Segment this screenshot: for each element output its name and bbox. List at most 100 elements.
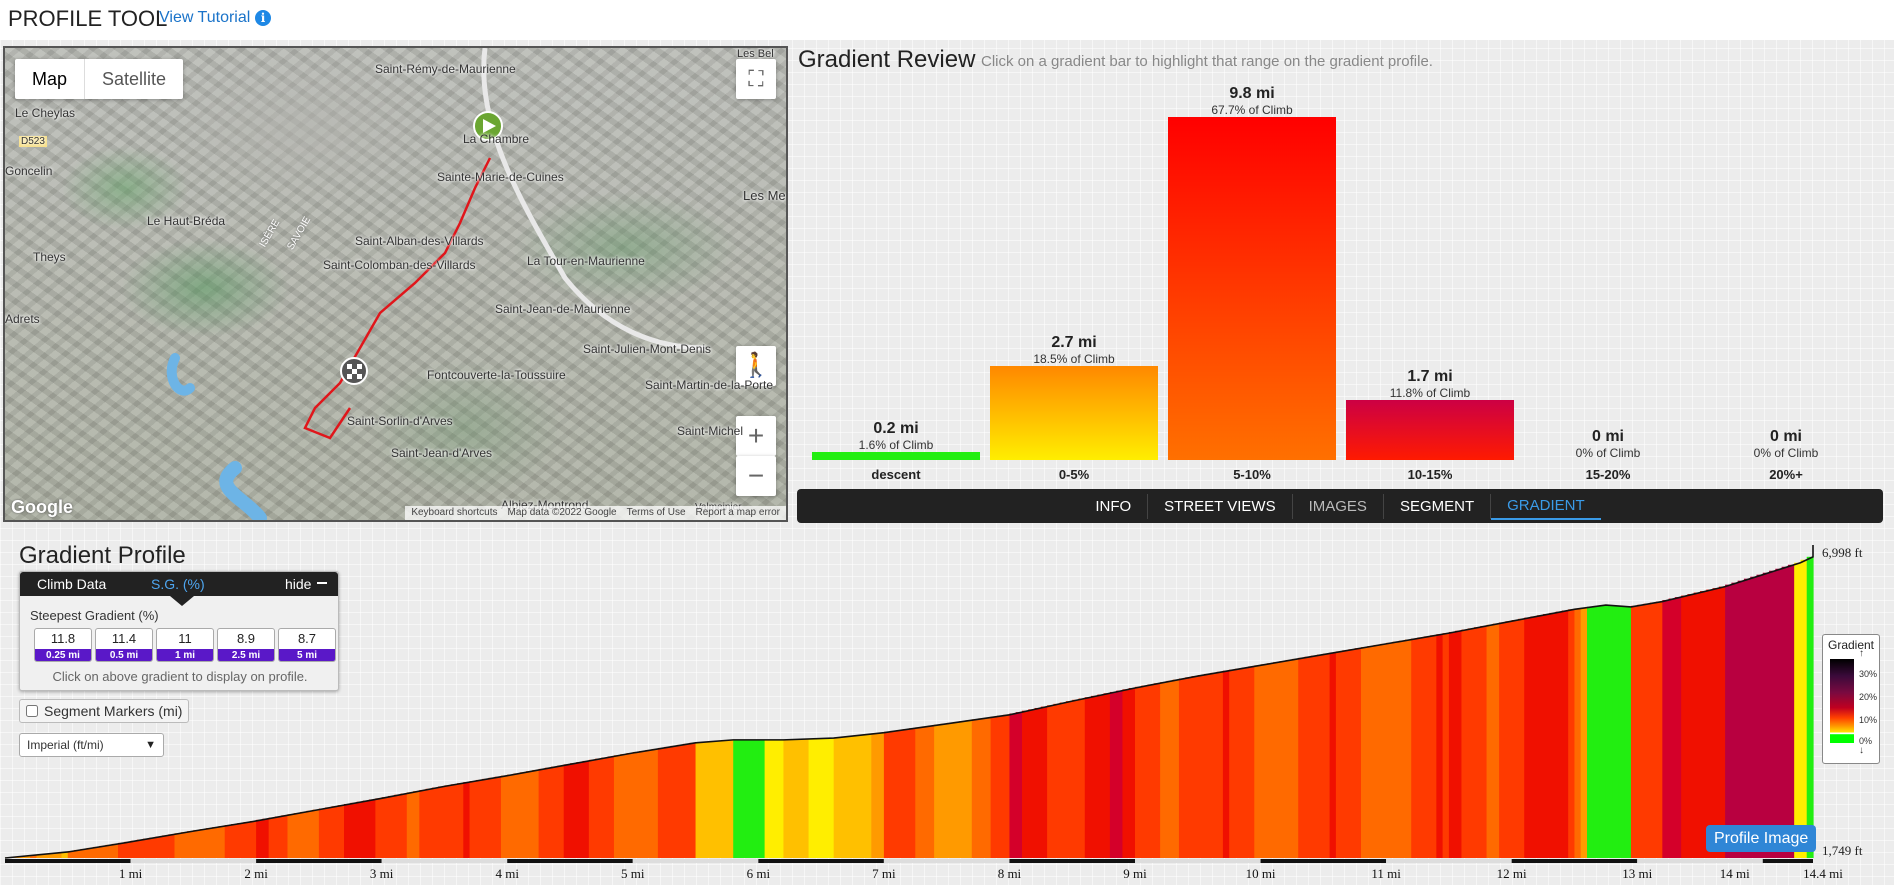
tab-gradient[interactable]: GRADIENT — [1491, 493, 1601, 520]
profile-gradient-strip — [1003, 714, 1011, 858]
profile-gradient-strip — [519, 772, 527, 858]
profile-gradient-strip — [1492, 623, 1500, 858]
map-type-map[interactable]: Map — [15, 59, 86, 99]
google-logo: Google — [11, 497, 73, 517]
units-select[interactable]: Imperial (ft/mi) ▼ — [19, 733, 164, 757]
profile-gradient-strip — [626, 752, 634, 858]
profile-gradient-strip — [1630, 605, 1638, 858]
profile-gradient-strip — [902, 729, 910, 858]
profile-gradient-strip — [657, 747, 665, 858]
axis-tick-label: 1 mi — [119, 866, 143, 881]
profile-gradient-strip — [1103, 693, 1111, 858]
sg-value: 11.8 — [50, 631, 76, 646]
profile-gradient-strip — [1474, 627, 1481, 858]
report-error-link[interactable]: Report a map error — [696, 506, 780, 520]
axis-mile-segment — [381, 859, 508, 863]
profile-image-button[interactable]: Profile Image — [1706, 825, 1817, 852]
gradient-bar-0-5-[interactable]: 2.7 mi 18.5% of Climb — [990, 334, 1158, 460]
steepest-gradient-item[interactable]: 8.7 5 mi — [278, 628, 336, 662]
gradient-bar-20-[interactable]: 0 mi 0% of Climb — [1702, 428, 1870, 460]
profile-gradient-strip — [1141, 685, 1149, 858]
bar-category-label: 15-20% — [1585, 467, 1631, 482]
bar-rect[interactable] — [812, 451, 980, 460]
segment-markers-checkbox[interactable] — [26, 705, 38, 717]
profile-gradient-strip — [1681, 595, 1689, 858]
profile-gradient-strip — [896, 730, 904, 858]
bar-rect[interactable] — [1168, 117, 1336, 460]
profile-gradient-strip — [500, 775, 508, 858]
fullscreen-icon[interactable]: ⛶ — [736, 59, 776, 99]
tab-info[interactable]: INFO — [1079, 493, 1149, 519]
profile-gradient-strip — [1530, 616, 1538, 858]
profile-gradient-strip — [996, 715, 1004, 858]
bar-category-label: 10-15% — [1407, 467, 1453, 482]
map-place-label: Sainte-Marie-de-Cuines — [437, 170, 564, 184]
profile-gradient-strip — [526, 771, 533, 858]
route-map[interactable]: Map Satellite ⛶ 🚶 + − Saint-Rémy-de-Maur… — [3, 46, 788, 522]
info-icon[interactable]: i — [255, 10, 271, 26]
profile-gradient-strip — [312, 809, 320, 858]
map-footer: Keyboard shortcuts Map data ©2022 Google… — [405, 506, 786, 520]
profile-gradient-strip — [1109, 691, 1117, 858]
profile-gradient-strip — [1285, 659, 1293, 858]
minus-icon[interactable] — [317, 582, 327, 584]
map-type-satellite[interactable]: Satellite — [85, 59, 183, 99]
steepest-gradient-item[interactable]: 8.9 2.5 mi — [217, 628, 275, 662]
profile-gradient-strip — [1015, 712, 1023, 858]
gradient-bar-descent[interactable]: 0.2 mi 1.6% of Climb — [812, 420, 980, 460]
segment-markers-toggle[interactable]: Segment Markers (mi) — [19, 699, 190, 723]
chevron-down-icon: ▼ — [145, 739, 156, 751]
profile-gradient-strip — [249, 820, 257, 858]
profile-gradient-strip — [1731, 582, 1739, 858]
tab-street-views[interactable]: STREET VIEWS — [1148, 493, 1293, 519]
map-place-label: Saint-Sorlin-d'Arves — [347, 414, 453, 428]
steepest-gradient-item[interactable]: 11.8 0.25 mi — [34, 628, 92, 662]
gradient-bar-10-15-[interactable]: 1.7 mi 11.8% of Climb — [1346, 368, 1514, 460]
profile-gradient-strip — [821, 738, 828, 858]
bar-rect[interactable] — [990, 366, 1158, 460]
gradient-bar-15-20-[interactable]: 0 mi 0% of Climb — [1524, 428, 1692, 460]
profile-gradient-strip — [1172, 679, 1180, 858]
terms-link[interactable]: Terms of Use — [627, 506, 686, 520]
profile-gradient-strip — [639, 750, 646, 858]
tab-images[interactable]: IMAGES — [1293, 493, 1384, 519]
gradient-profile-title: Gradient Profile — [19, 542, 186, 569]
app-title: PROFILE TOOL — [8, 6, 168, 31]
bar-category-label: 20%+ — [1769, 467, 1803, 482]
profile-gradient-strip — [1781, 566, 1789, 858]
map-place-label: Goncelin — [5, 164, 53, 178]
profile-gradient-strip — [274, 816, 282, 858]
gradient-review-title: Gradient Review — [798, 46, 976, 73]
profile-gradient-strip — [1329, 652, 1337, 858]
bar-rect[interactable] — [1346, 400, 1514, 460]
tab-climb-data[interactable]: Climb Data — [37, 576, 106, 592]
steepest-gradient-item[interactable]: 11 1 mi — [156, 628, 214, 662]
gradient-bar-5-10-[interactable]: 9.8 mi 67.7% of Climb — [1168, 85, 1336, 460]
axis-mile-segment — [507, 859, 633, 863]
zoom-out-button[interactable]: − — [736, 456, 776, 496]
keyboard-shortcuts-link[interactable]: Keyboard shortcuts — [411, 506, 497, 520]
map-data-credit: Map data ©2022 Google — [507, 507, 617, 518]
arrow-down-icon: ↓ — [1859, 745, 1864, 756]
profile-gradient-strip — [1147, 684, 1155, 858]
bar-percent: 0% of Climb — [1575, 446, 1641, 460]
profile-gradient-strip — [494, 776, 502, 858]
tab-segment[interactable]: SEGMENT — [1384, 493, 1492, 519]
steepest-gradient-item[interactable]: 11.4 0.5 mi — [95, 628, 153, 662]
profile-gradient-strip — [846, 736, 854, 858]
tab-steepest-gradient[interactable]: S.G. (%) — [151, 576, 205, 592]
profile-gradient-strip — [1561, 610, 1569, 858]
profile-gradient-strip — [419, 789, 427, 858]
profile-gradient-strip — [676, 744, 684, 858]
lake-shape — [219, 461, 267, 520]
route-line — [303, 157, 492, 440]
hide-button[interactable]: hide — [285, 576, 311, 592]
profile-gradient-strip — [1718, 586, 1726, 858]
view-tutorial-link[interactable]: View Tutorial — [159, 9, 250, 27]
profile-gradient-strip — [1467, 628, 1475, 858]
profile-gradient-strip — [1304, 656, 1312, 858]
profile-gradient-strip — [601, 757, 609, 858]
profile-gradient-strip — [1461, 629, 1469, 858]
profile-gradient-strip — [1499, 622, 1506, 858]
profile-gradient-strip — [1348, 649, 1356, 858]
